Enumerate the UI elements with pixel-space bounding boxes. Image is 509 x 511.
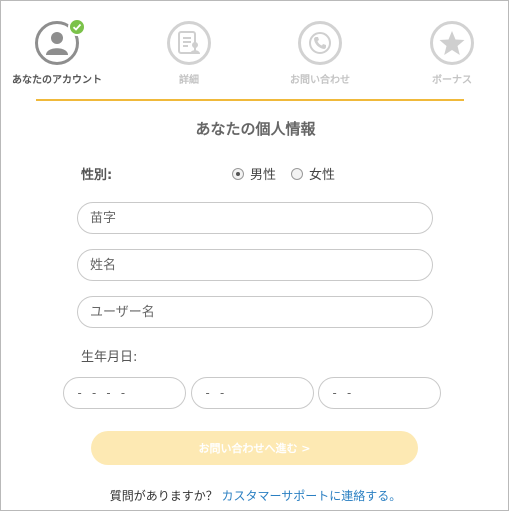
step-circle: [298, 21, 342, 65]
gender-option-female[interactable]: 女性: [291, 164, 335, 183]
document-user-icon: [178, 31, 200, 54]
footer-question: 質問がありますか？: [109, 489, 218, 503]
star-icon: [439, 31, 465, 55]
step-label: お問い合わせ: [290, 75, 350, 86]
last-name-input[interactable]: [77, 202, 433, 234]
dob-day-input[interactable]: [318, 377, 441, 409]
gender-label: 性別:: [81, 168, 113, 183]
username-input[interactable]: [77, 296, 433, 328]
step-bonus[interactable]: ボーナス: [392, 21, 509, 86]
form-title: あなたの個人情報: [195, 120, 316, 138]
support-link[interactable]: カスタマーサポートに連絡する。: [222, 489, 402, 503]
dob-month-input[interactable]: [191, 377, 314, 409]
continue-button[interactable]: お問い合わせへ進む >: [91, 431, 418, 465]
completed-check-icon: [68, 18, 86, 36]
registration-panel: あなたのアカウント 詳細 お問い合わせ ボーナス あなたの個人情報 性別: 男性…: [0, 0, 509, 511]
user-icon: [46, 32, 68, 55]
step-circle: [35, 18, 86, 65]
dob-label: 生年月日:: [81, 350, 138, 365]
first-name-input[interactable]: [77, 249, 433, 281]
radio-male-label: 男性: [250, 168, 277, 183]
step-account[interactable]: あなたのアカウント: [0, 18, 117, 86]
step-label: あなたのアカウント: [12, 75, 102, 86]
step-contact[interactable]: お問い合わせ: [260, 21, 380, 86]
step-details[interactable]: 詳細: [129, 21, 249, 86]
gender-option-male[interactable]: 男性: [232, 164, 276, 183]
step-label: 詳細: [179, 75, 199, 86]
support-footer: 質問がありますか？ カスタマーサポートに連絡する。: [1, 487, 509, 504]
step-label: ボーナス: [432, 75, 472, 86]
phone-icon: [309, 32, 331, 54]
radio-female-label: 女性: [309, 168, 336, 183]
step-circle: [430, 21, 474, 65]
radio-female[interactable]: [291, 167, 303, 180]
dob-year-input[interactable]: [63, 377, 186, 409]
step-circle: [167, 21, 211, 65]
progress-divider: [36, 99, 464, 101]
radio-male[interactable]: [232, 167, 244, 180]
